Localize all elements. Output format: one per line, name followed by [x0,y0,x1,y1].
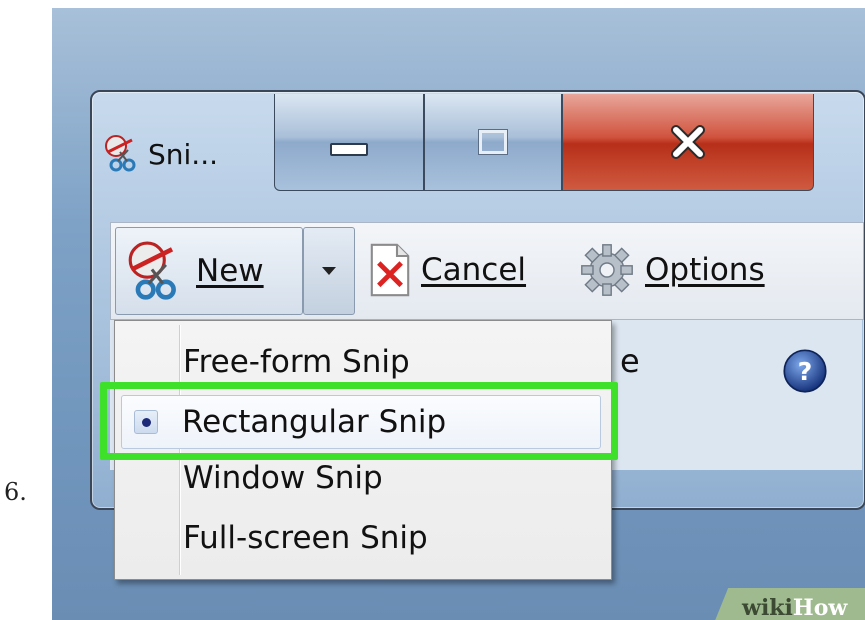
step-number: 6. [4,478,27,506]
new-dropdown-button[interactable] [303,227,355,315]
menu-item-label: Free-form Snip [183,344,410,380]
cancel-button-label: Cancel [421,252,527,288]
new-button-label: New [196,253,264,289]
maximize-icon [478,129,508,155]
menu-item-label: Window Snip [183,460,383,496]
cancel-icon [370,243,410,297]
toolbar: New Cancel Options [110,222,864,320]
watermark-logo: wikiHow [742,595,848,620]
close-icon [671,125,705,159]
options-button-label: Options [645,252,765,288]
gear-icon [581,244,633,296]
radio-selected-icon [134,410,158,434]
cancel-button[interactable]: Cancel [369,227,565,313]
title-bar[interactable]: Sni... [102,122,272,186]
menu-item-label: Rectangular Snip [182,404,447,440]
close-button[interactable] [562,94,814,191]
maximize-button[interactable] [424,94,562,191]
window-title: Sni... [148,137,218,171]
menu-item-window-snip[interactable]: Window Snip [117,449,607,507]
dropdown-arrow-icon [322,267,336,275]
menu-item-free-form-snip[interactable]: Free-form Snip [117,333,607,391]
snipping-tool-icon [128,241,176,300]
desktop-background: Sni... New Cancel Options e ? Free-form … [52,8,865,620]
help-icon[interactable]: ? [782,348,828,394]
menu-item-rectangular-snip[interactable]: Rectangular Snip [121,395,601,449]
menu-item-full-screen-snip[interactable]: Full-screen Snip [117,509,607,567]
svg-text:?: ? [798,357,813,386]
minimize-icon [330,142,368,156]
new-snip-menu: Free-form Snip Rectangular Snip Window S… [114,320,612,580]
options-button[interactable]: Options [579,227,859,313]
partial-text: e [620,342,640,380]
snipping-tool-icon [105,135,136,172]
new-button[interactable]: New [115,227,303,315]
menu-item-label: Full-screen Snip [183,520,428,556]
minimize-button[interactable] [274,94,424,191]
